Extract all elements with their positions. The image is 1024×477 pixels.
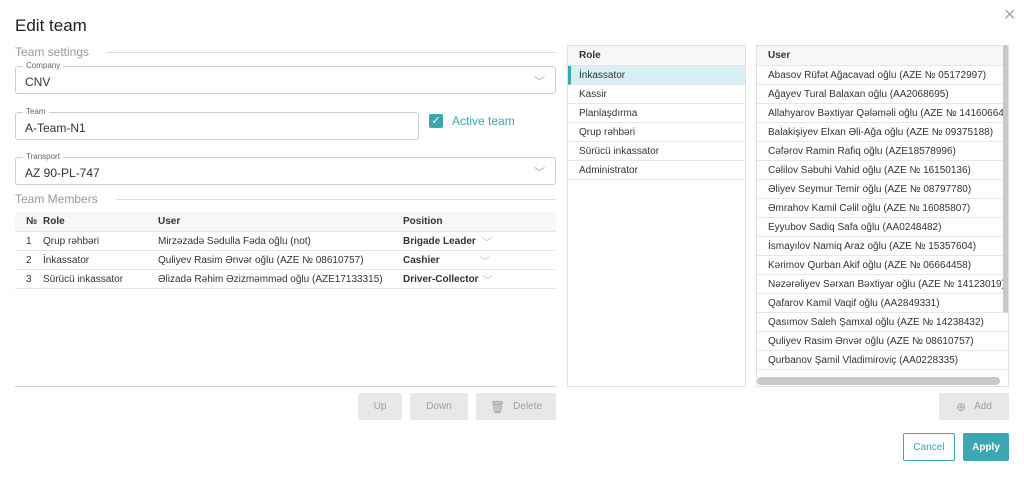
chevron-down-icon: ﹀ — [534, 76, 545, 88]
row-no: 1 — [26, 235, 32, 247]
role-item[interactable]: Sürücü inkassator — [568, 142, 745, 161]
user-item[interactable]: Ağayev Tural Balaxan oğlu (AA2068695) — [757, 85, 1008, 104]
user-item[interactable]: Qasımov Saleh Şamxal oğlu (AZE № 1423843… — [757, 313, 1008, 332]
apply-button[interactable]: Apply — [963, 433, 1009, 461]
role-item[interactable]: Kassir — [568, 85, 745, 104]
up-button[interactable]: Up — [358, 393, 402, 420]
user-item[interactable]: İsmayılov Namiq Araz oğlu (AZE № 1535760… — [757, 237, 1008, 256]
company-legend: Company — [23, 61, 64, 71]
team-members-table: № Role User Position 1 Qrup rəhbəri Mirz… — [15, 212, 556, 387]
role-panel: Role İnkassator Kassir Planlaşdırma Qrup… — [567, 45, 746, 387]
transport-select[interactable]: Transport AZ 90-PL-747 ﹀ — [15, 152, 556, 185]
chevron-down-icon: ﹀ — [482, 275, 493, 287]
add-label: Add — [974, 401, 992, 412]
cancel-button[interactable]: Cancel — [903, 433, 955, 461]
user-item[interactable]: Allahyarov Bəxtiyar Qələməli oğlu (AZE №… — [757, 104, 1008, 123]
col-role: Role — [43, 216, 65, 227]
delete-label: Delete — [513, 401, 543, 412]
table-header: № Role User Position — [15, 212, 556, 232]
user-item[interactable]: Nəzərəliyev Sərxan Bəxtiyar oğlu (AZE № … — [757, 275, 1008, 294]
position-value: Driver-Collector — [403, 273, 479, 285]
role-item[interactable]: Qrup rəhbəri — [568, 123, 745, 142]
section-divider — [107, 51, 556, 53]
transport-legend: Transport — [23, 152, 63, 162]
team-value: A-Team-N1 — [25, 121, 86, 135]
col-position: Position — [403, 216, 443, 227]
user-item[interactable]: Kərimov Qurban Akif oğlu (AZE № 06664458… — [757, 256, 1008, 275]
row-user: Əlizadə Rəhim Əzizməmməd oğlu (AZE171333… — [158, 273, 383, 285]
add-button[interactable]: ⊕ Add — [939, 393, 1009, 420]
team-settings-title: Team settings — [15, 45, 90, 59]
team-settings-section: Team settings — [15, 45, 556, 59]
position-select[interactable]: Driver-Collector ﹀ — [403, 272, 556, 287]
row-role: Qrup rəhbəri — [43, 235, 100, 247]
user-item[interactable]: Eyyubov Sadiq Safa oğlu (AA0248482) — [757, 218, 1008, 237]
role-item[interactable]: Administrator — [568, 161, 745, 180]
team-legend: Team — [23, 107, 49, 117]
user-item[interactable]: Qurbanov Şamil Vladimiroviç (AA0228335) — [757, 351, 1008, 370]
table-row[interactable]: 1 Qrup rəhbəri Mirzəzadə Sədulla Fəda oğ… — [15, 232, 556, 251]
user-item[interactable]: Quliyev Rasim Ənvər oğlu (AZE № 08610757… — [757, 332, 1008, 351]
role-item[interactable]: İnkassator — [568, 66, 745, 85]
dialog-title: Edit team — [15, 16, 87, 35]
company-value: CNV — [25, 75, 51, 89]
active-team-toggle[interactable]: ✓ Active team — [429, 114, 515, 128]
row-role: İnkassator — [43, 254, 90, 266]
row-no: 3 — [26, 273, 32, 285]
row-user: Mirzəzadə Sədulla Fəda oğlu (not) — [158, 235, 311, 247]
role-item[interactable]: Planlaşdırma — [568, 104, 745, 123]
user-panel-header: User — [757, 46, 1008, 66]
table-row[interactable]: 3 Sürücü inkassator Əlizadə Rəhim Əzizmə… — [15, 270, 556, 289]
user-item[interactable]: Cəlilov Səbuhi Vahid oğlu (AZE № 1615013… — [757, 161, 1008, 180]
chevron-down-icon: ﹀ — [479, 256, 490, 268]
role-panel-header: Role — [568, 46, 745, 66]
down-button[interactable]: Down — [410, 393, 468, 420]
user-item[interactable]: Cəfərov Ramin Rafiq oğlu (AZE18578996) — [757, 142, 1008, 161]
user-item[interactable]: Əliyev Seymur Temir oğlu (AZE № 08797780… — [757, 180, 1008, 199]
horizontal-scrollbar[interactable] — [757, 377, 1000, 385]
position-value: Brigade Leader — [403, 235, 476, 247]
company-select[interactable]: Company CNV ﹀ — [15, 61, 556, 94]
user-item[interactable]: Qafarov Kamil Vaqif oğlu (AA2849331) — [757, 294, 1008, 313]
checkbox-checked-icon[interactable]: ✓ — [429, 114, 443, 128]
user-item[interactable]: Balakişiyev Elxan Əli-Ağa oğlu (AZE № 09… — [757, 123, 1008, 142]
user-item[interactable]: Abasov Rüfət Ağacavad oğlu (AZE № 051729… — [757, 66, 1008, 85]
position-value: Cashier — [403, 254, 440, 266]
col-no: № — [26, 216, 38, 227]
chevron-down-icon: ﹀ — [481, 237, 492, 249]
col-user: User — [158, 216, 181, 227]
active-team-label: Active team — [452, 114, 515, 128]
close-icon[interactable]: ✕ — [1003, 8, 1016, 24]
chevron-down-icon: ﹀ — [534, 167, 545, 179]
team-members-title: Team Members — [15, 192, 98, 206]
vertical-scrollbar[interactable] — [1003, 45, 1008, 313]
position-select[interactable]: Cashier ﹀ — [403, 253, 556, 268]
user-item[interactable]: Əmrahov Kamil Cəlil oğlu (AZE № 16085807… — [757, 199, 1008, 218]
plus-circle-icon: ⊕ — [956, 399, 967, 414]
row-no: 2 — [26, 254, 32, 266]
team-members-section: Team Members — [15, 192, 556, 206]
row-role: Sürücü inkassator — [43, 273, 124, 285]
table-row[interactable]: 2 İnkassator Quliyev Rasim Ənvər oğlu (A… — [15, 251, 556, 270]
team-input[interactable]: Team A-Team-N1 — [15, 107, 419, 140]
user-panel: User Abasov Rüfət Ağacavad oğlu (AZE № 0… — [756, 45, 1009, 387]
trash-icon: 🗑 — [489, 399, 506, 414]
delete-button[interactable]: 🗑 Delete — [476, 393, 556, 420]
position-select[interactable]: Brigade Leader ﹀ — [403, 234, 556, 249]
transport-value: AZ 90-PL-747 — [25, 166, 100, 180]
section-divider — [115, 198, 556, 200]
row-user: Quliyev Rasim Ənvər oğlu (AZE № 08610757… — [158, 254, 364, 266]
